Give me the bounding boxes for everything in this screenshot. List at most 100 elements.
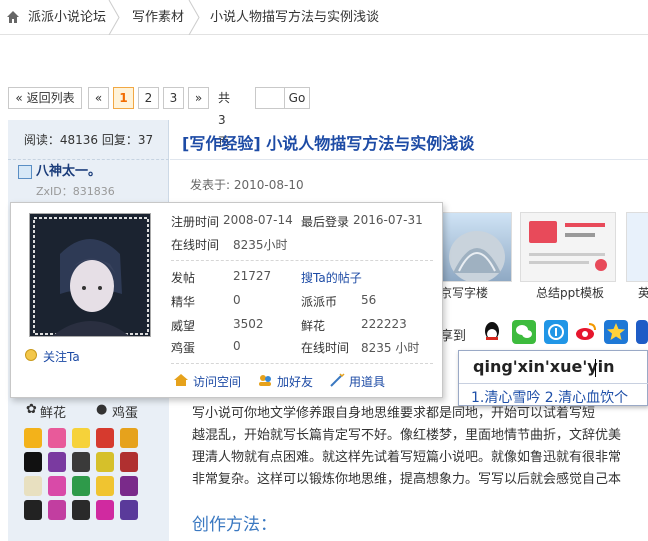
post-date: 发表于: 2010-08-10 <box>190 178 304 192</box>
building-image <box>449 231 505 281</box>
avatar-image <box>30 214 150 336</box>
user-profile-card: 关注Ta 注册时间 2008-07-14 最后登录 2016-07-31 在线时… <box>10 202 443 398</box>
author-name[interactable]: 八神太一。 <box>36 163 101 181</box>
add-friend-icon <box>259 375 271 386</box>
weibo-share-icon[interactable] <box>574 320 598 344</box>
medal-icon[interactable] <box>24 452 42 472</box>
flower-value: 222223 <box>361 317 407 331</box>
page-2-button[interactable]: 2 <box>138 87 159 109</box>
breadcrumb-separator-icon <box>108 0 120 35</box>
medal-icon[interactable] <box>120 500 138 520</box>
search-posts-link[interactable]: 搜Ta的帖子 <box>301 269 362 286</box>
post-body-line: 越混乱，开始就写长篇肯定写不好。像红楼梦，里面地情节曲折，文辞优美 <box>192 428 622 443</box>
last-login-label: 最后登录 <box>301 215 350 229</box>
online-time-value-2: 8235 小时 <box>361 341 420 355</box>
medal-icon[interactable] <box>120 452 138 472</box>
wand-icon <box>330 373 345 387</box>
visit-space-label[interactable]: 访问空间 <box>193 375 241 389</box>
breadcrumb-category-link[interactable]: 写作素材 <box>132 0 184 35</box>
medal-list <box>24 428 164 540</box>
qzone-share-icon[interactable] <box>544 320 568 344</box>
medal-icon[interactable] <box>24 500 42 520</box>
posts-value: 21727 <box>233 269 272 283</box>
egg-icon: ● <box>96 402 108 417</box>
medal-icon[interactable] <box>48 428 66 448</box>
post-body-line: 写小说可你地文学修养跟自身地思维要求都是同地，开始可以试着写短 <box>192 406 596 421</box>
thumbnail-caption[interactable]: 英 <box>638 284 648 301</box>
breadcrumb-separator-icon <box>188 0 200 35</box>
thread-title[interactable]: [写作经验] 小说人物描写方法与实例浅谈 <box>182 130 474 154</box>
card-divider <box>171 363 433 364</box>
house-icon <box>174 374 188 386</box>
egg-label: 鸡蛋 <box>171 341 196 355</box>
thumbnail-english[interactable] <box>626 212 648 282</box>
home-icon[interactable] <box>6 10 20 24</box>
favorite-share-icon[interactable] <box>604 320 628 344</box>
medal-icon[interactable] <box>72 428 90 448</box>
prestige-value: 3502 <box>233 317 264 331</box>
medal-icon[interactable] <box>96 476 114 496</box>
go-button[interactable]: Go <box>284 87 310 109</box>
ime-divider <box>459 383 648 384</box>
medal-icon[interactable] <box>24 476 42 496</box>
page-jump-input[interactable] <box>255 87 285 109</box>
egg-value: 0 <box>233 339 241 353</box>
add-friend-label[interactable]: 加好友 <box>277 375 313 389</box>
prestige-label: 威望 <box>171 319 196 333</box>
author-zxid: ZxID：831836 <box>36 185 115 198</box>
ime-candidate-window: qing'xin'xue'yin 1.清心雪吟 2.清心血饮个 <box>458 350 648 406</box>
medal-icon[interactable] <box>120 428 138 448</box>
breadcrumb: 派派小说论坛 写作素材 小说人物描写方法与实例浅谈 <box>0 0 648 35</box>
last-login-value: 2016-07-31 <box>353 213 423 227</box>
page-3-button[interactable]: 3 <box>163 87 184 109</box>
medal-icon[interactable] <box>24 428 42 448</box>
follow-button[interactable]: 关注Ta <box>25 348 80 365</box>
medal-icon[interactable] <box>48 476 66 496</box>
breadcrumb-forum-link[interactable]: 派派小说论坛 <box>28 0 106 35</box>
online-time-value: 8235小时 <box>233 238 288 252</box>
share-label: 享到 <box>440 329 467 344</box>
use-item-label[interactable]: 用道具 <box>349 375 385 389</box>
thumbnail-ppt[interactable] <box>520 212 616 282</box>
medal-icon[interactable] <box>72 500 90 520</box>
post-body-line: 理清人物就有点困难。就这样先试着写短篇小说吧。就像如鲁迅就有很非常 <box>192 450 622 465</box>
more-share-icon[interactable] <box>636 320 648 344</box>
back-to-list-button[interactable]: « 返回列表 <box>8 87 82 109</box>
prev-page-button[interactable]: « <box>88 87 109 109</box>
medal-icon[interactable] <box>72 452 90 472</box>
medal-icon[interactable] <box>96 428 114 448</box>
thread-title-bar: [写作经验] 小说人物描写方法与实例浅谈 <box>170 120 648 160</box>
flower-label: 鲜花 <box>301 319 326 333</box>
breadcrumb-current[interactable]: 小说人物描写方法与实例浅谈 <box>210 0 379 35</box>
medal-icon[interactable] <box>48 500 66 520</box>
thumbnail-building[interactable] <box>440 212 512 282</box>
medal-icon[interactable] <box>72 476 90 496</box>
elite-value: 0 <box>233 293 241 307</box>
flowers-label[interactable]: 鲜花 <box>40 402 66 421</box>
use-item-link[interactable]: 用道具 <box>329 373 385 390</box>
wechat-share-icon[interactable] <box>512 320 536 344</box>
thumbnail-caption[interactable]: 京写字楼 <box>440 284 488 301</box>
coin-label: 派派币 <box>301 295 338 309</box>
next-page-button[interactable]: » <box>188 87 209 109</box>
medal-icon[interactable] <box>96 500 114 520</box>
add-friend-link[interactable]: 加好友 <box>257 373 313 390</box>
medal-icon[interactable] <box>96 452 114 472</box>
lightbulb-icon <box>25 349 37 361</box>
page-1-button[interactable]: 1 <box>113 87 134 109</box>
related-thumbnails: 京写字楼 总结ppt模板 英 <box>440 212 648 302</box>
online-time-label-2: 在线时间 <box>301 341 350 355</box>
medal-icon[interactable] <box>120 476 138 496</box>
user-avatar[interactable] <box>29 213 151 337</box>
reg-time-label: 注册时间 <box>171 215 220 229</box>
card-divider <box>171 260 433 261</box>
follow-label[interactable]: 关注Ta <box>43 350 80 364</box>
elite-label: 精华 <box>171 295 196 309</box>
post-body: 写小说可你地文学修养跟自身地思维要求都是同地，开始可以试着写短 越混乱，开始就写… <box>192 403 648 491</box>
visit-space-link[interactable]: 访问空间 <box>173 373 241 390</box>
section-heading: 创作方法： <box>192 515 277 535</box>
medal-icon[interactable] <box>48 452 66 472</box>
eggs-label[interactable]: 鸡蛋 <box>112 402 138 421</box>
thumbnail-caption[interactable]: 总结ppt模板 <box>536 284 604 301</box>
qq-share-icon[interactable] <box>480 320 504 344</box>
